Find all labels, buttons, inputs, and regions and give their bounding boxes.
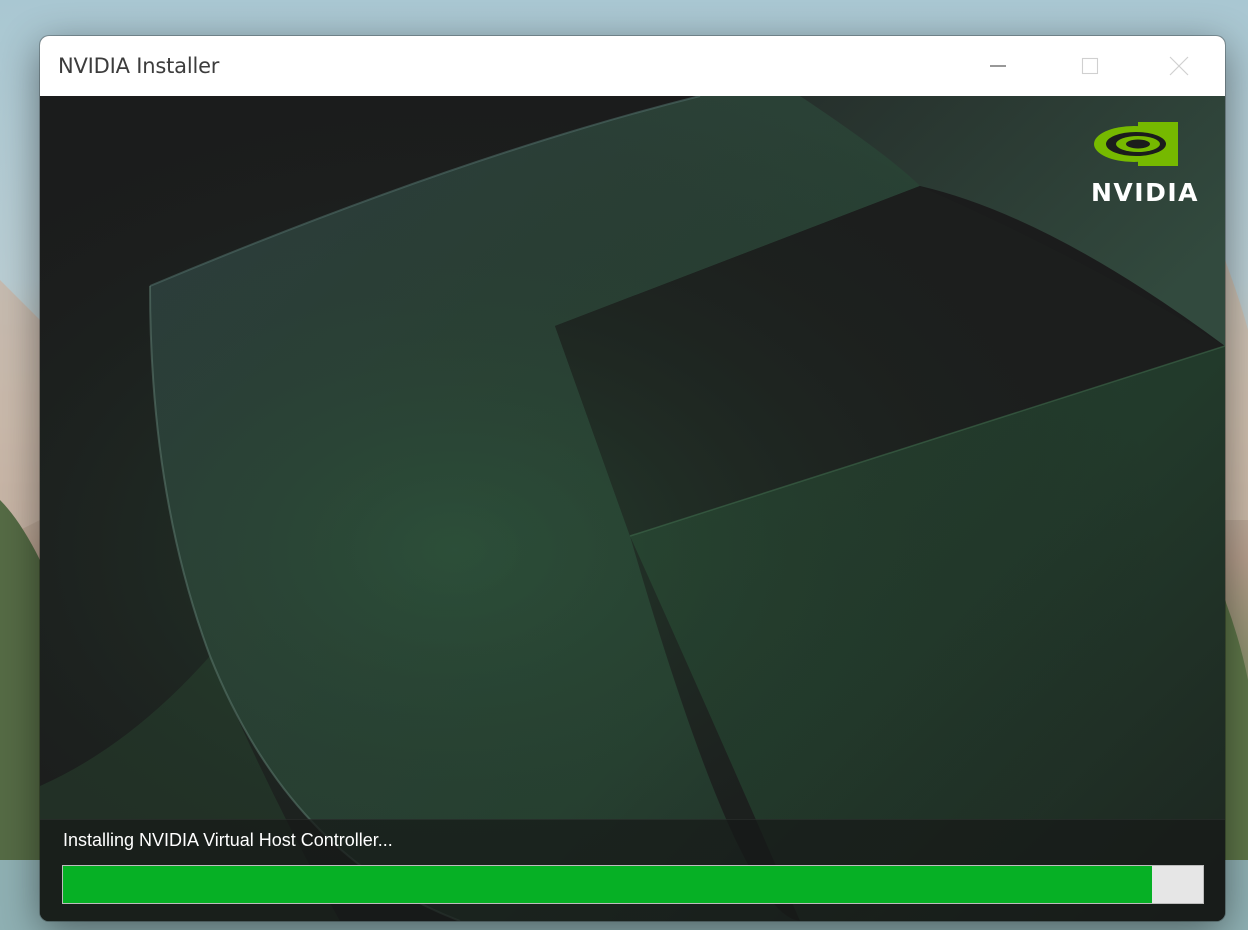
installer-splash: NVIDIA Installing NVIDIA Virtual Host Co… <box>40 96 1225 921</box>
install-progress-bar <box>62 865 1204 904</box>
close-icon <box>1169 56 1189 76</box>
installer-window: NVIDIA Installer NVIDIA Installing NVIDI… <box>40 36 1225 921</box>
install-status-text: Installing NVIDIA Virtual Host Controlle… <box>63 830 393 850</box>
window-title: NVIDIA Installer <box>58 54 220 78</box>
progress-fill <box>63 866 1152 903</box>
maximize-icon <box>1081 57 1099 75</box>
status-panel: Installing NVIDIA Virtual Host Controlle… <box>40 819 1225 921</box>
maximize-button[interactable] <box>1044 36 1136 96</box>
title-bar[interactable]: NVIDIA Installer <box>40 36 1225 96</box>
minimize-icon <box>990 65 1006 67</box>
splash-artwork <box>40 96 1225 921</box>
minimize-button[interactable] <box>952 36 1044 96</box>
nvidia-wordmark: NVIDIA <box>1091 178 1199 207</box>
close-button[interactable] <box>1133 36 1225 96</box>
